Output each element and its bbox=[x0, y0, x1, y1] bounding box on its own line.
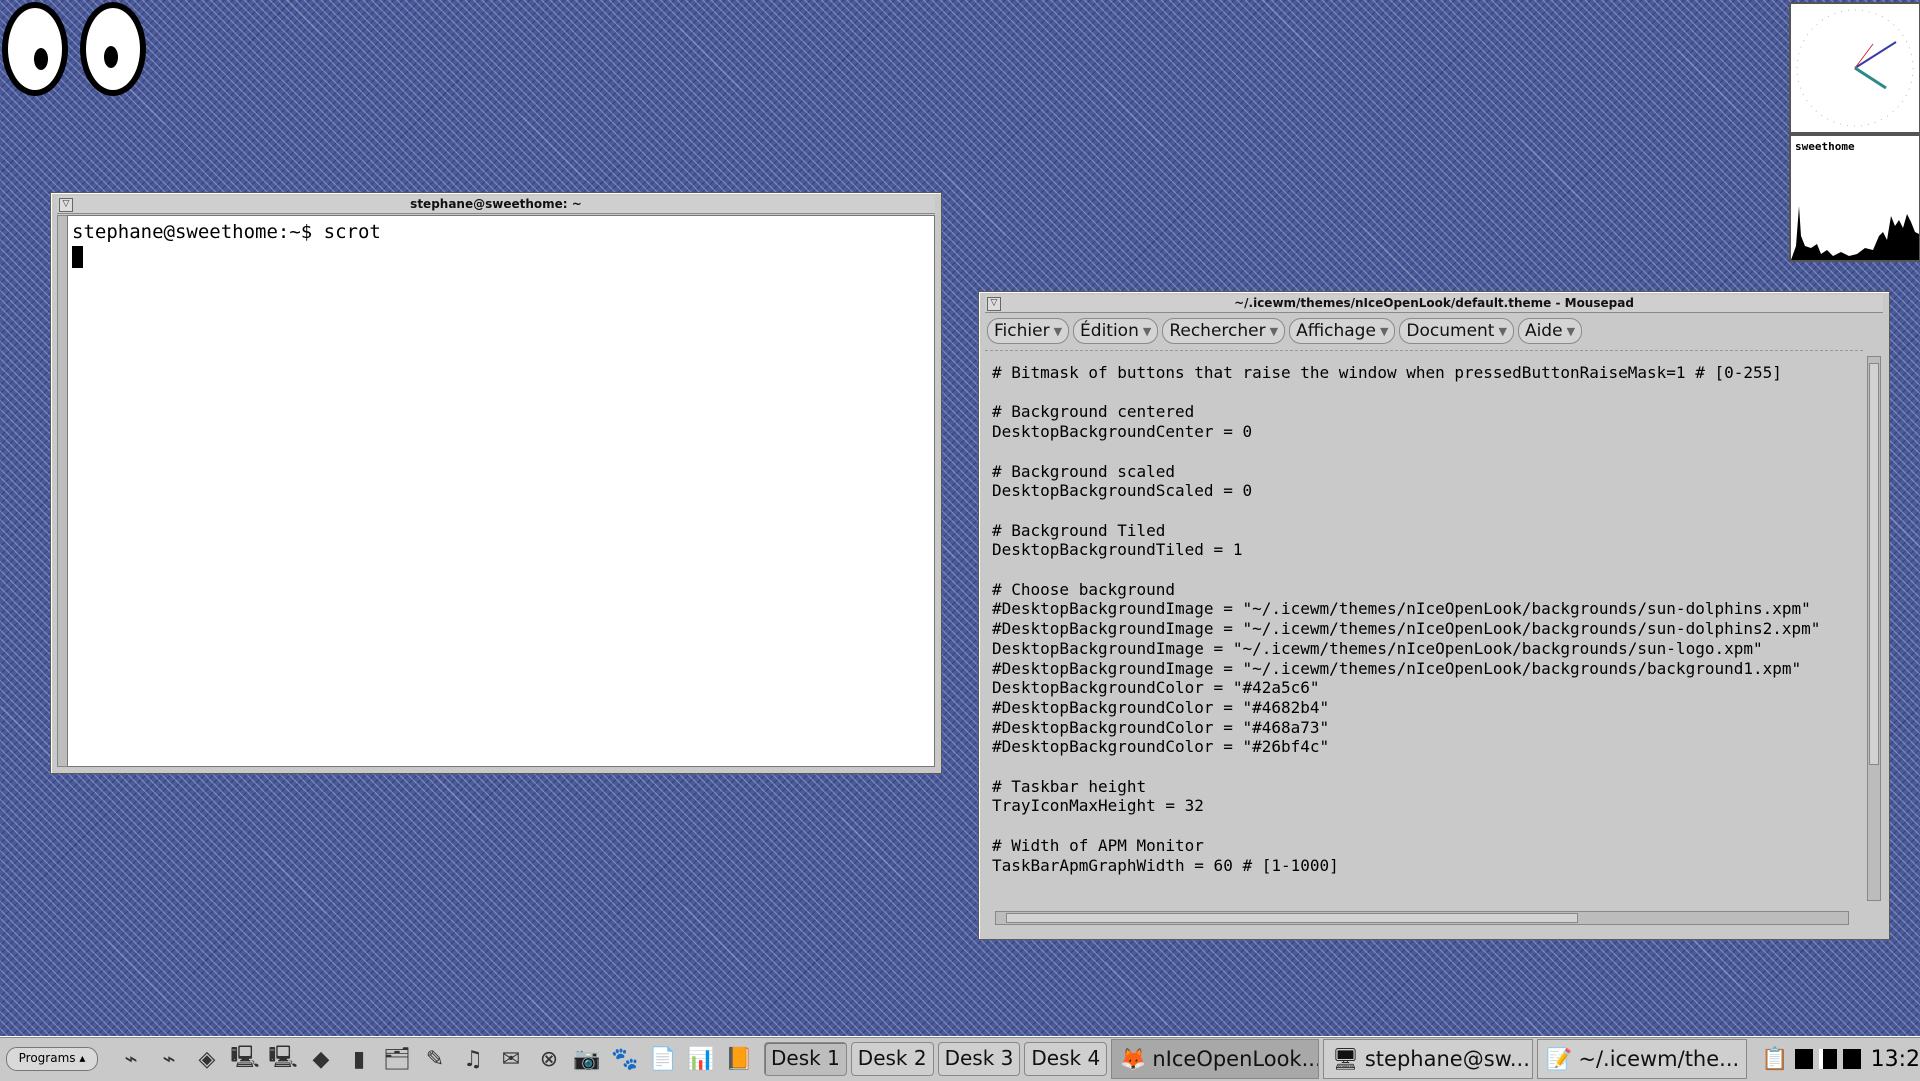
menu-label: Fichier bbox=[994, 320, 1050, 341]
task-terminal[interactable]: 🖥 stephane@sw... bbox=[1323, 1039, 1534, 1079]
quick-launch: ⌁ ⌁ ◈ 🖳 🖳 ◆ ▮ 🗂 ✎ ♫ ✉ ⊗ 📷 🐾 📄 📊 📙 bbox=[116, 1044, 754, 1074]
menu-rechercher[interactable]: Rechercher ▼ bbox=[1162, 318, 1286, 344]
computer-icon[interactable]: 🖳 bbox=[268, 1044, 298, 1074]
menu-label: Document bbox=[1406, 320, 1495, 341]
scroll-thumb[interactable] bbox=[1006, 913, 1578, 923]
firefox-icon: 🦊 bbox=[1120, 1046, 1147, 1071]
chevron-down-icon: ▼ bbox=[1142, 324, 1152, 338]
diamond-icon[interactable]: ◆ bbox=[306, 1044, 336, 1074]
cpu-monitor: sweethome bbox=[1789, 134, 1920, 262]
terminal-prompt-line: stephane@sweethome:~$ scrot bbox=[72, 221, 381, 243]
chevron-down-icon: ▼ bbox=[1566, 324, 1576, 338]
menu-fichier[interactable]: Fichier ▼ bbox=[987, 318, 1070, 344]
text-editor-area[interactable]: # Bitmask of buttons that raise the wind… bbox=[985, 350, 1863, 903]
menu-label: Rechercher bbox=[1169, 320, 1266, 341]
task-label: nIceOpenLook... bbox=[1152, 1046, 1320, 1071]
task-label: stephane@sw... bbox=[1364, 1046, 1530, 1071]
terminal-titlebar[interactable]: ▽ stephane@sweethome: ~ bbox=[57, 196, 935, 214]
xeyes-left-eye bbox=[2, 2, 68, 96]
system-tray: 📋 bbox=[1761, 1047, 1861, 1072]
memory-tray-icon[interactable] bbox=[1842, 1049, 1861, 1069]
cpu-tray-icon[interactable] bbox=[1794, 1049, 1813, 1069]
xeyes-right-pupil bbox=[104, 46, 118, 68]
programs-label: Programs bbox=[18, 1051, 76, 1065]
impress-icon[interactable]: 📙 bbox=[724, 1044, 754, 1074]
launcher-icon[interactable]: ⌁ bbox=[154, 1044, 184, 1074]
terminal-title: stephane@sweethome: ~ bbox=[410, 197, 582, 211]
camera-icon[interactable]: 📷 bbox=[572, 1044, 602, 1074]
chevron-down-icon: ▼ bbox=[1269, 324, 1279, 338]
terminal-content[interactable]: stephane@sweethome:~$ scrot bbox=[67, 215, 935, 767]
diamond-icon[interactable]: ◈ bbox=[192, 1044, 222, 1074]
audio-icon[interactable]: ♫ bbox=[458, 1044, 488, 1074]
task-firefox[interactable]: 🦊 nIceOpenLook... bbox=[1111, 1039, 1320, 1079]
window-menu-icon[interactable]: ▽ bbox=[987, 297, 1001, 311]
terminal-window[interactable]: ▽ stephane@sweethome: ~ stephane@sweetho… bbox=[50, 192, 942, 774]
task-label: ~/.icewm/the... bbox=[1578, 1046, 1740, 1071]
clipboard-icon[interactable]: 📋 bbox=[1761, 1047, 1788, 1072]
desk-2-button[interactable]: Desk 2 bbox=[850, 1042, 934, 1076]
window-menu-icon[interactable]: ▽ bbox=[59, 198, 73, 212]
network-icon[interactable]: ⊗ bbox=[534, 1044, 564, 1074]
chevron-down-icon: ▼ bbox=[1498, 324, 1507, 338]
menu-label: Édition bbox=[1080, 320, 1139, 341]
vertical-scrollbar[interactable] bbox=[1867, 356, 1881, 901]
menu-aide[interactable]: Aide ▼ bbox=[1517, 318, 1583, 344]
chevron-down-icon: ▼ bbox=[1053, 324, 1063, 338]
clock-face-icon bbox=[1796, 9, 1914, 127]
desk-1-button[interactable]: Desk 1 bbox=[764, 1042, 847, 1076]
writer-icon[interactable]: 📄 bbox=[648, 1044, 678, 1074]
vim-icon[interactable]: ✎ bbox=[420, 1044, 450, 1074]
taskbar: Programs ▴ ⌁ ⌁ ◈ 🖳 🖳 ◆ ▮ 🗂 ✎ ♫ ✉ ⊗ 📷 🐾 📄… bbox=[0, 1036, 1920, 1081]
menu-affichage[interactable]: Affichage ▼ bbox=[1289, 318, 1396, 344]
horizontal-scrollbar[interactable] bbox=[995, 911, 1849, 925]
mousepad-window[interactable]: ▽ ~/.icewm/themes/nIceOpenLook/default.t… bbox=[978, 291, 1890, 940]
mousepad-title: ~/.icewm/themes/nIceOpenLook/default.the… bbox=[1234, 296, 1634, 310]
mousepad-titlebar[interactable]: ▽ ~/.icewm/themes/nIceOpenLook/default.t… bbox=[985, 295, 1883, 313]
cpu-graph-icon bbox=[1791, 206, 1919, 260]
folder-icon[interactable]: 🗂 bbox=[382, 1044, 412, 1074]
scroll-thumb[interactable] bbox=[1869, 363, 1879, 765]
gimp-icon[interactable]: 🐾 bbox=[610, 1044, 640, 1074]
launcher-icon[interactable]: ⌁ bbox=[116, 1044, 146, 1074]
task-mousepad[interactable]: 📝 ~/.icewm/the... bbox=[1537, 1039, 1748, 1079]
chevron-down-icon: ▼ bbox=[1379, 324, 1389, 338]
mousepad-menubar: Fichier ▼ Édition ▼ Rechercher ▼ Affichage ▼… bbox=[985, 316, 1883, 346]
notebook-icon[interactable]: ▮ bbox=[344, 1044, 374, 1074]
analog-clock bbox=[1789, 2, 1920, 134]
taskbar-clock[interactable]: 13:2 bbox=[1871, 1047, 1920, 1072]
menu-document[interactable]: Document ▼ bbox=[1399, 318, 1514, 344]
calc-icon[interactable]: 📊 bbox=[686, 1044, 716, 1074]
network-tray-icon[interactable] bbox=[1818, 1049, 1837, 1069]
menu-label: Affichage bbox=[1296, 320, 1376, 341]
mail-icon[interactable]: ✉ bbox=[496, 1044, 526, 1074]
terminal-cursor bbox=[72, 246, 83, 268]
computer-icon[interactable]: 🖳 bbox=[230, 1044, 260, 1074]
terminal-icon: 🖥 bbox=[1332, 1046, 1359, 1071]
programs-button[interactable]: Programs ▴ bbox=[6, 1047, 98, 1071]
menu-label: Aide bbox=[1524, 320, 1563, 341]
xeyes-right-eye bbox=[80, 2, 146, 96]
desk-3-button[interactable]: Desk 3 bbox=[937, 1042, 1021, 1076]
text-editor-icon: 📝 bbox=[1546, 1046, 1573, 1071]
menu-edition[interactable]: Édition ▼ bbox=[1073, 318, 1159, 344]
desk-4-button[interactable]: Desk 4 bbox=[1024, 1042, 1108, 1076]
editor-text: # Bitmask of buttons that raise the wind… bbox=[992, 363, 1821, 875]
xeyes-left-pupil bbox=[34, 48, 48, 70]
